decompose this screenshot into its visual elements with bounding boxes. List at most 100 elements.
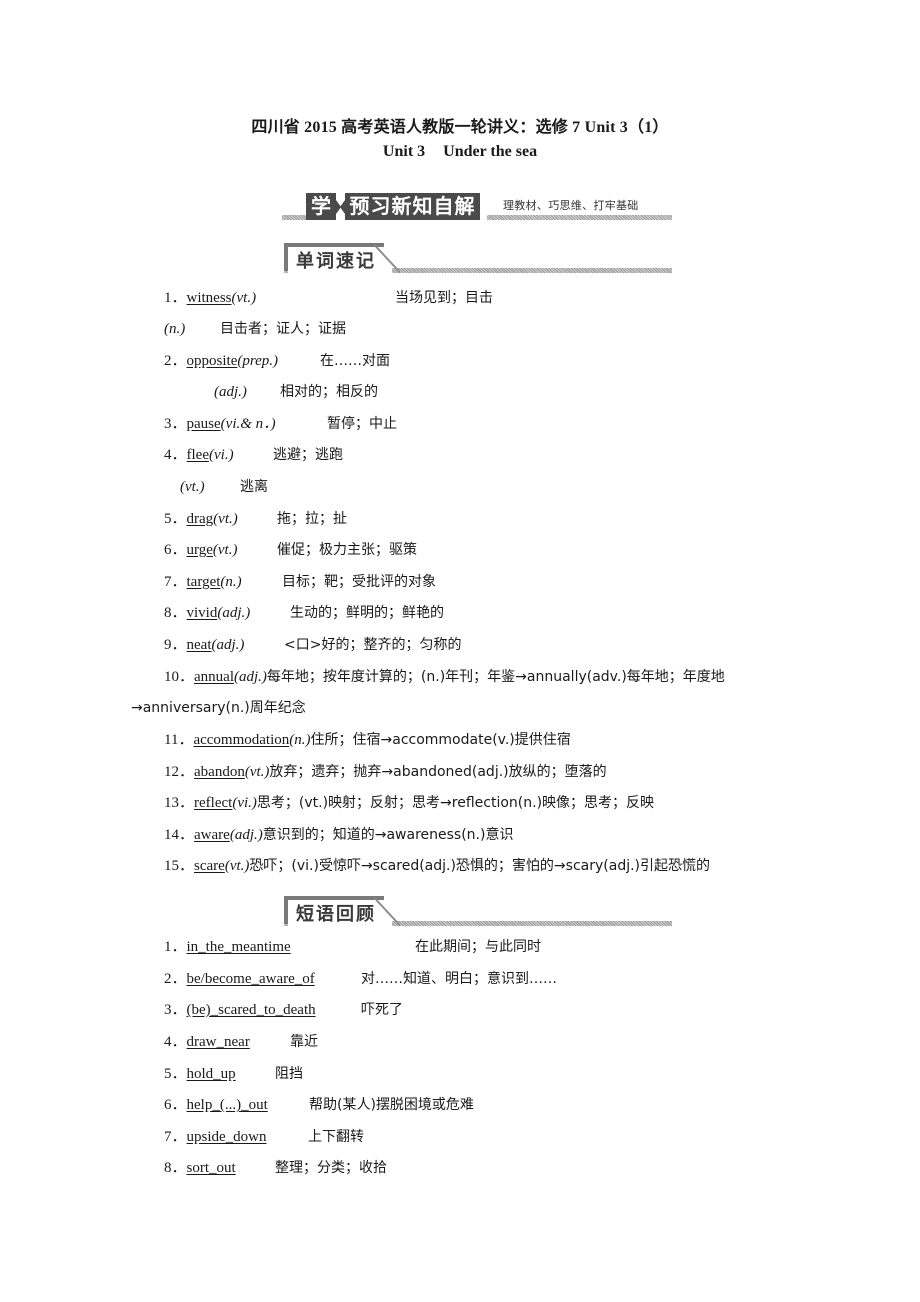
vocab-word: urge bbox=[186, 542, 213, 558]
main-banner: 学 预习新知自解 理教材、巧思维、打牢基础 bbox=[282, 190, 672, 224]
vocab-item: 6．urge(vt.) bbox=[164, 540, 237, 560]
vocab-meaning: <口>好的；整齐的；匀称的 bbox=[284, 637, 462, 653]
item-number: 12． bbox=[164, 764, 195, 780]
part-of-speech: (vi.) bbox=[232, 795, 257, 811]
item-number: 8． bbox=[164, 1160, 187, 1176]
item-number: 1． bbox=[164, 290, 187, 306]
vocab-word: drag bbox=[186, 511, 214, 527]
part-of-speech: (prep.) bbox=[237, 353, 279, 369]
vocab-meaning: 每年地；按年度计算的；(n.)年刊；年鉴→annually(adv.)每年地；年… bbox=[266, 669, 725, 685]
phrase-item: 8．sort_out bbox=[164, 1158, 236, 1178]
item-number: 7． bbox=[164, 1129, 187, 1145]
phrase-text: help_(...)_out bbox=[186, 1097, 268, 1113]
vocab-item: 2．opposite(prep.) bbox=[164, 351, 278, 371]
phrase-item: 3．(be)_scared_to_death bbox=[164, 1000, 316, 1020]
phrase-meaning: 吓死了 bbox=[361, 1002, 403, 1018]
phrase-meaning: 整理；分类；收拾 bbox=[275, 1160, 387, 1176]
vocab-meaning: 拖；拉；扯 bbox=[277, 511, 347, 527]
document-title: 四川省 2015 高考英语人教版一轮讲义：选修 7 Unit 3（1） bbox=[251, 119, 669, 136]
vocab-item: 14．aware(adj.)意识到的；知道的→awareness(n.)意识 bbox=[164, 825, 513, 845]
vocab-word: flee bbox=[186, 447, 209, 463]
phrase-meaning: 对……知道、明白；意识到…… bbox=[361, 971, 557, 987]
part-of-speech: (vt.) bbox=[213, 511, 238, 527]
phrase-meaning: 靠近 bbox=[290, 1034, 318, 1050]
banner-hatch-left bbox=[282, 215, 306, 220]
part-of-speech: (vi.) bbox=[209, 447, 234, 463]
unit-name: Under the sea bbox=[443, 143, 538, 160]
part-of-speech: (vt.) bbox=[180, 479, 205, 495]
banner-badge: 学 bbox=[306, 193, 336, 220]
part-of-speech: (vt.) bbox=[224, 858, 250, 874]
phrase-text: be/become_aware_of bbox=[186, 971, 315, 987]
vocab-meaning: 相对的；相反的 bbox=[280, 384, 378, 400]
vocab-word: annual bbox=[194, 669, 234, 685]
part-of-speech: (vi.& n．) bbox=[220, 416, 276, 432]
banner-tagline: 理教材、巧思维、打牢基础 bbox=[503, 199, 639, 212]
vocab-word: reflect bbox=[194, 795, 233, 811]
section-label: 单词速记 bbox=[296, 251, 376, 272]
banner-hatch-right bbox=[487, 215, 672, 220]
vocab-word: abandon bbox=[194, 764, 245, 780]
item-number: 11． bbox=[164, 732, 194, 748]
vocab-item: 15．scare(vt.)恐吓；(vi.)受惊吓→scared(adj.)恐惧的… bbox=[164, 856, 710, 876]
vocab-item: 1．witness(vt.) bbox=[164, 288, 256, 308]
part-of-speech: (adj.) bbox=[214, 384, 247, 400]
vocab-word: accommodation bbox=[193, 732, 290, 748]
vocab-item: 7．target(n.) bbox=[164, 572, 242, 592]
vocab-item: 12．abandon(vt.)放弃；遗弃；抛弃→abandoned(adj.)放… bbox=[164, 762, 607, 782]
phrase-item: 7．upside_down bbox=[164, 1127, 267, 1147]
part-of-speech: (n.) bbox=[164, 321, 186, 337]
part-of-speech: (vt.) bbox=[212, 542, 238, 558]
item-number: 14． bbox=[164, 827, 195, 843]
section-label: 短语回顾 bbox=[296, 904, 376, 925]
part-of-speech: (adj.) bbox=[217, 605, 251, 621]
phrase-text: hold_up bbox=[186, 1066, 236, 1082]
vocab-meaning: 催促；极力主张；驱策 bbox=[277, 542, 417, 558]
item-number: 1． bbox=[164, 939, 187, 955]
vocab-meaning: 在……对面 bbox=[320, 353, 390, 369]
phrase-item: 6．help_(...)_out bbox=[164, 1095, 268, 1115]
phrase-text: draw_near bbox=[186, 1034, 250, 1050]
item-number: 6． bbox=[164, 542, 187, 558]
vocab-meaning: 逃避；逃跑 bbox=[273, 447, 343, 463]
vocab-item: (vt.) bbox=[180, 477, 205, 497]
vocab-meaning: 恐吓；(vi.)受惊吓→scared(adj.)恐惧的；害怕的→scary(ad… bbox=[249, 858, 711, 874]
item-number: 4． bbox=[164, 1034, 187, 1050]
phrase-meaning: 在此期间；与此同时 bbox=[415, 939, 541, 955]
phrase-text: (be)_scared_to_death bbox=[186, 1002, 316, 1018]
part-of-speech: (n.) bbox=[220, 574, 242, 590]
vocab-word: pause bbox=[186, 416, 221, 432]
phrase-text: upside_down bbox=[186, 1129, 267, 1145]
vocab-meaning: 住所；住宿→accommodate(v.)提供住宿 bbox=[310, 732, 571, 748]
item-number: 5． bbox=[164, 511, 187, 527]
part-of-speech: (n.) bbox=[289, 732, 311, 748]
vocab-word: witness bbox=[186, 290, 232, 306]
vocab-item: (adj.) bbox=[214, 382, 247, 402]
vocab-item: 5．drag(vt.) bbox=[164, 509, 238, 529]
vocab-meaning: 逃离 bbox=[240, 479, 268, 495]
vocab-meaning: 思考；(vt.)映射；反射；思考→reflection(n.)映像；思考；反映 bbox=[256, 795, 655, 811]
phrase-item: 2．be/become_aware_of bbox=[164, 969, 315, 989]
vocab-item: 3．pause(vi.& n．) bbox=[164, 414, 276, 434]
item-number: 13． bbox=[164, 795, 195, 811]
vocab-word: opposite bbox=[186, 353, 238, 369]
vocab-item: 9．neat(adj.) bbox=[164, 635, 244, 655]
vocab-word: neat bbox=[186, 637, 212, 653]
vocab-item: 8．vivid(adj.) bbox=[164, 603, 250, 623]
phrase-item: 4．draw_near bbox=[164, 1032, 250, 1052]
vocab-meaning: 放弃；遗弃；抛弃→abandoned(adj.)放纵的；堕落的 bbox=[269, 764, 607, 780]
phrase-text: sort_out bbox=[186, 1160, 236, 1176]
item-number: 15． bbox=[164, 858, 195, 874]
document-subtitle: Unit 3 Under the sea bbox=[0, 143, 920, 161]
item-number: 2． bbox=[164, 971, 187, 987]
item-number: 2． bbox=[164, 353, 187, 369]
phrase-item: 5．hold_up bbox=[164, 1064, 236, 1084]
vocab-meaning: 目标；靶；受批评的对象 bbox=[282, 574, 436, 590]
vocab-meaning-continuation: →anniversary(n.)周年纪念 bbox=[131, 700, 306, 716]
part-of-speech: (adj.) bbox=[234, 669, 267, 685]
item-number: 9． bbox=[164, 637, 187, 653]
vocab-word: aware bbox=[194, 827, 230, 843]
vocab-item: 10．annual(adj.)每年地；按年度计算的；(n.)年刊；年鉴→annu… bbox=[164, 667, 725, 687]
item-number: 6． bbox=[164, 1097, 187, 1113]
banner-heading: 预习新知自解 bbox=[345, 193, 480, 220]
